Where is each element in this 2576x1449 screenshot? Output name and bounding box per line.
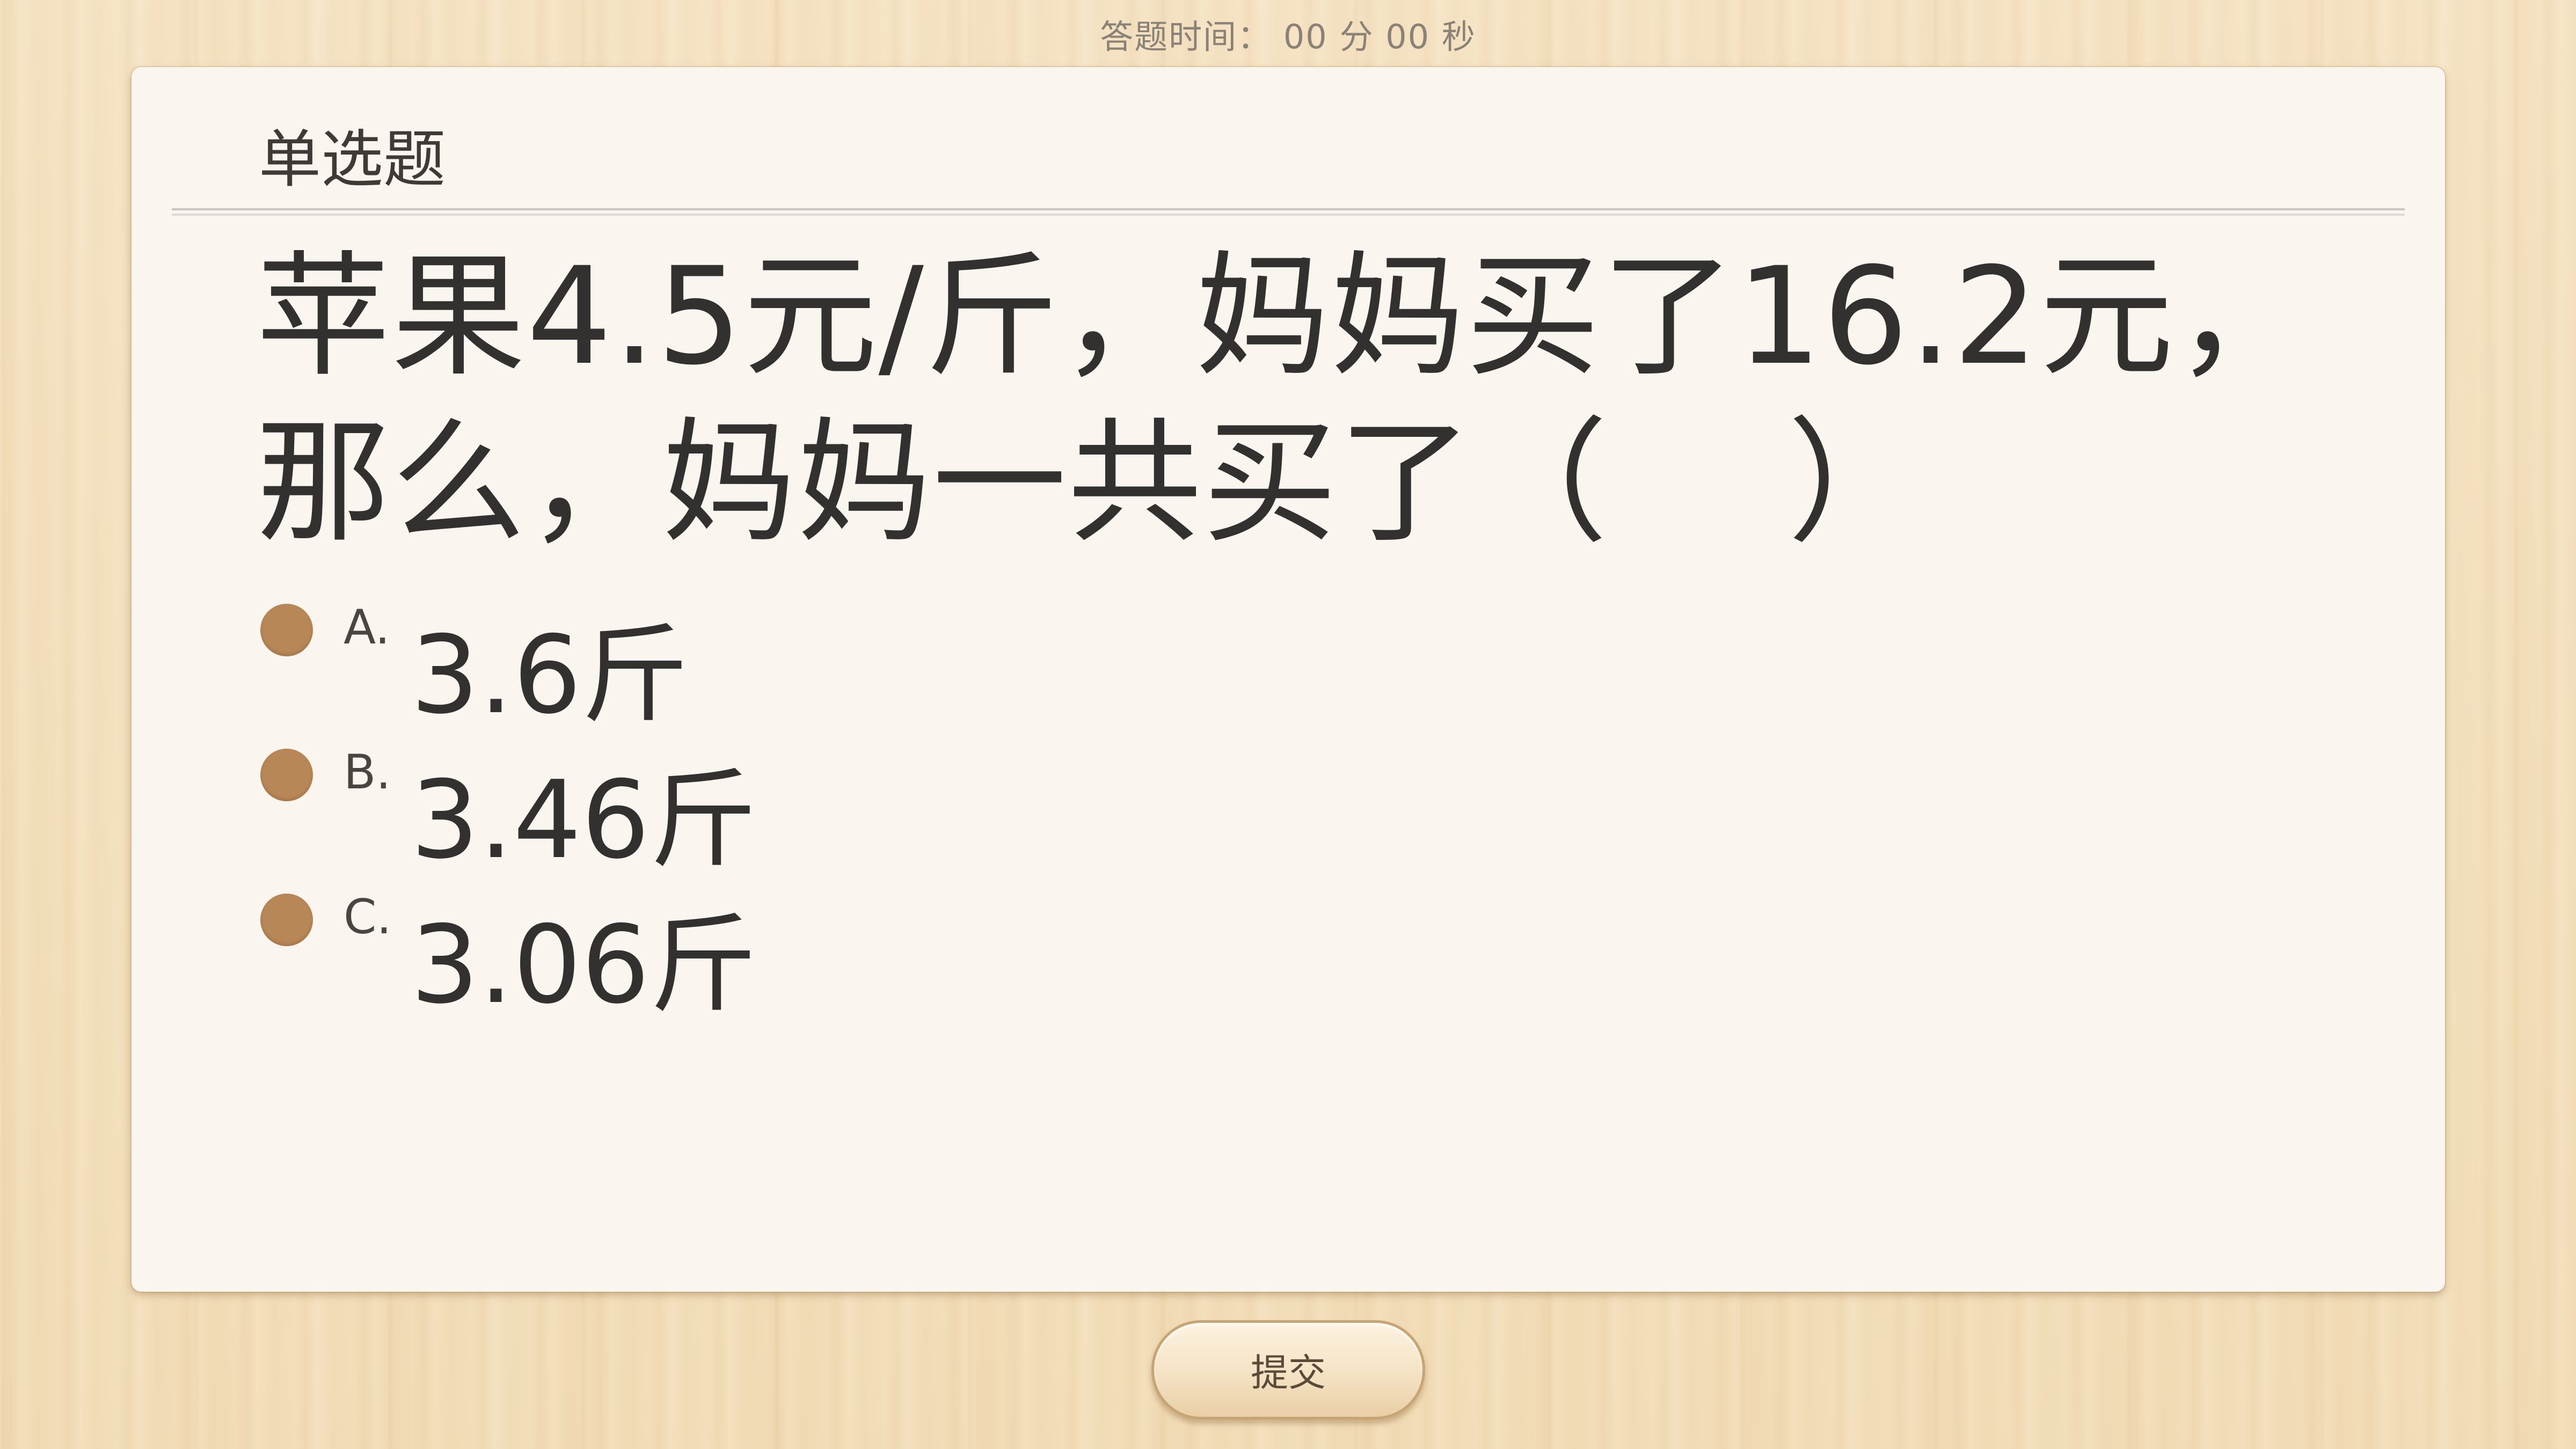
option-letter: A. xyxy=(344,599,390,655)
timer-minutes-unit: 分 xyxy=(1339,17,1374,56)
question-card: 单选题 苹果4.5元/斤，妈妈买了16.2元，那么，妈妈一共买了（ ） A. 3… xyxy=(132,67,2445,1292)
option-text[interactable]: 3.6斤 xyxy=(411,588,689,743)
timer-seconds-unit: 秒 xyxy=(1441,17,1476,56)
option-letter: B. xyxy=(344,744,391,800)
option-text[interactable]: 3.46斤 xyxy=(411,733,757,888)
option-text[interactable]: 3.06斤 xyxy=(411,877,757,1033)
radio-button-b[interactable] xyxy=(260,749,313,801)
radio-button-c[interactable] xyxy=(260,894,313,946)
question-text: 苹果4.5元/斤，妈妈买了16.2元，那么，妈妈一共买了（ ） xyxy=(256,238,2310,561)
radio-button-a[interactable] xyxy=(260,604,313,656)
header-divider xyxy=(172,208,2405,216)
submit-button[interactable]: 提交 xyxy=(1151,1320,1425,1419)
answer-timer: 答题时间： 00 分 00 秒 xyxy=(0,10,2576,58)
option-letter: C. xyxy=(344,889,392,945)
question-type-label: 单选题 xyxy=(259,123,446,196)
timer-minutes: 00 xyxy=(1283,17,1328,56)
timer-seconds: 00 xyxy=(1385,17,1431,56)
timer-label: 答题时间： xyxy=(1100,17,1272,56)
